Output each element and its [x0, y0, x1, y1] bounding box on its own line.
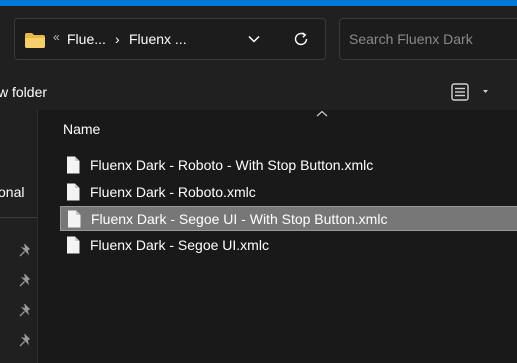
- details-view-icon[interactable]: [449, 80, 497, 104]
- breadcrumb-separator[interactable]: ›: [115, 31, 120, 47]
- file-name: Fluenx Dark - Segoe UI - With Stop Butto…: [91, 211, 388, 227]
- refresh-icon[interactable]: [292, 30, 310, 48]
- list-item[interactable]: Fluenx Dark - Roboto - With Stop Button.…: [60, 153, 517, 178]
- breadcrumb-item-2[interactable]: Fluenx ...: [129, 31, 187, 47]
- nav-divider: [0, 217, 37, 218]
- list-item-selected[interactable]: Fluenx Dark - Segoe UI - With Stop Butto…: [60, 206, 517, 231]
- file-icon: [68, 210, 81, 228]
- navigation-pane: onal: [0, 110, 37, 363]
- breadcrumb-overflow-icon[interactable]: «: [53, 30, 60, 44]
- list-item[interactable]: Fluenx Dark - Segoe UI.xmlc: [60, 233, 517, 258]
- address-bar[interactable]: « Flue... › Fluenx ...: [14, 18, 326, 60]
- pin-icon: [19, 304, 31, 317]
- list-item[interactable]: Fluenx Dark - Roboto.xmlc: [60, 180, 517, 205]
- file-name: Fluenx Dark - Roboto - With Stop Button.…: [90, 157, 374, 173]
- pin-icon: [19, 274, 31, 287]
- breadcrumb-item-1[interactable]: Flue...: [67, 31, 106, 47]
- pin-icon: [19, 334, 31, 347]
- search-input[interactable]: [340, 19, 517, 59]
- file-icon: [67, 236, 80, 254]
- command-bar: w folder: [0, 72, 517, 110]
- search-box[interactable]: [339, 18, 517, 60]
- nav-item-label[interactable]: onal: [0, 184, 24, 200]
- file-name: Fluenx Dark - Segoe UI.xmlc: [90, 237, 269, 253]
- pin-icon: [19, 244, 31, 257]
- file-icon: [67, 156, 80, 174]
- new-folder-button[interactable]: w folder: [0, 84, 47, 100]
- toolbar-area: « Flue... › Fluenx ...: [0, 6, 517, 72]
- file-list-pane: Name Fluenx Dark - Roboto - With Stop Bu…: [37, 110, 517, 363]
- sort-ascending-icon: [316, 110, 328, 117]
- file-name: Fluenx Dark - Roboto.xmlc: [90, 184, 256, 200]
- column-header-name[interactable]: Name: [63, 121, 100, 137]
- file-icon: [67, 183, 80, 201]
- chevron-down-icon[interactable]: [247, 32, 261, 46]
- folder-icon: [25, 33, 45, 48]
